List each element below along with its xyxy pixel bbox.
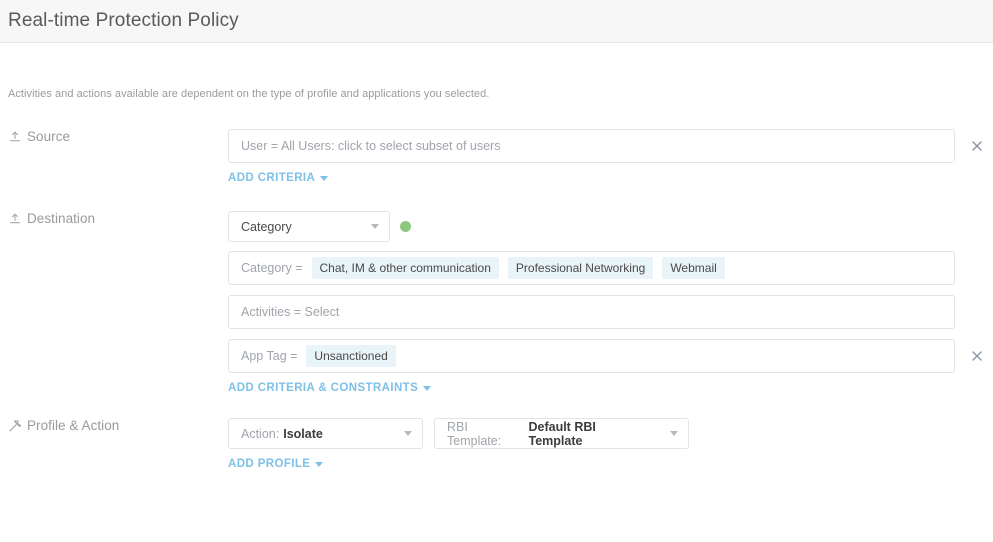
destination-body: Category Category = Chat, IM & other com… bbox=[228, 211, 993, 396]
profile-action-label: Profile & Action bbox=[27, 418, 120, 433]
source-user-input-text: User = All Users: click to select subset… bbox=[241, 139, 501, 153]
destination-activities-text: Activities = Select bbox=[241, 305, 340, 319]
destination-remove-close-icon[interactable] bbox=[969, 348, 985, 364]
destination-add-criteria-constraints-label: ADD CRITERIA & CONSTRAINTS bbox=[228, 382, 419, 394]
chevron-down-icon bbox=[404, 431, 412, 436]
destination-category-row: Category = Chat, IM & other communicatio… bbox=[228, 251, 993, 285]
rbi-template-select-prefix: RBI Template: bbox=[447, 419, 502, 448]
profile-action-label-group: Profile & Action bbox=[0, 418, 228, 433]
page-header: Real-time Protection Policy bbox=[0, 0, 993, 43]
destination-upload-icon bbox=[8, 212, 22, 226]
destination-activities-row: Activities = Select bbox=[228, 295, 993, 329]
chevron-down-icon bbox=[315, 461, 324, 467]
action-select-value: Isolate bbox=[283, 426, 323, 441]
destination-activities-input[interactable]: Activities = Select bbox=[228, 295, 955, 329]
profile-action-body: Action: Isolate RBI Template: Default RB… bbox=[228, 418, 993, 472]
profile-action-selects-row: Action: Isolate RBI Template: Default RB… bbox=[228, 418, 993, 449]
action-select-prefix: Action: bbox=[241, 426, 280, 441]
action-select[interactable]: Action: Isolate bbox=[228, 418, 423, 449]
page-title: Real-time Protection Policy bbox=[8, 10, 239, 31]
profile-add-profile-link[interactable]: ADD PROFILE bbox=[228, 458, 324, 470]
category-chip[interactable]: Professional Networking bbox=[507, 257, 654, 279]
destination-apptag-input[interactable]: App Tag = Unsanctioned bbox=[228, 339, 955, 373]
destination-type-select-value: Category bbox=[241, 219, 292, 234]
source-remove-close-icon[interactable] bbox=[969, 138, 985, 154]
profile-add-profile-label: ADD PROFILE bbox=[228, 458, 311, 470]
profile-action-section: Profile & Action Action: Isolate RBI Tem… bbox=[0, 418, 993, 472]
source-field-row: User = All Users: click to select subset… bbox=[228, 129, 993, 163]
destination-label: Destination bbox=[27, 211, 96, 226]
chevron-down-icon bbox=[371, 224, 379, 229]
gavel-icon bbox=[8, 419, 22, 433]
status-dot-green bbox=[400, 221, 411, 232]
chevron-down-icon bbox=[423, 385, 432, 391]
source-add-criteria-link[interactable]: ADD CRITERIA bbox=[228, 172, 329, 184]
rbi-template-select[interactable]: RBI Template: Default RBI Template bbox=[434, 418, 689, 449]
destination-type-select[interactable]: Category bbox=[228, 211, 390, 242]
source-label-group: Source bbox=[0, 129, 228, 144]
destination-section: Destination Category Category = Chat, IM… bbox=[0, 211, 993, 396]
destination-apptag-prefix: App Tag = bbox=[241, 349, 298, 363]
chevron-down-icon bbox=[320, 175, 329, 181]
rbi-template-select-value: Default RBI Template bbox=[528, 419, 596, 448]
chevron-down-icon bbox=[670, 431, 678, 436]
destination-label-group: Destination bbox=[0, 211, 228, 226]
source-upload-icon bbox=[8, 130, 22, 144]
source-user-input[interactable]: User = All Users: click to select subset… bbox=[228, 129, 955, 163]
apptag-chip[interactable]: Unsanctioned bbox=[306, 345, 396, 367]
source-section: Source User = All Users: click to select… bbox=[0, 129, 993, 186]
destination-add-criteria-constraints-link[interactable]: ADD CRITERIA & CONSTRAINTS bbox=[228, 382, 432, 394]
destination-type-row: Category bbox=[228, 211, 993, 242]
source-label: Source bbox=[27, 129, 71, 144]
source-add-criteria-label: ADD CRITERIA bbox=[228, 172, 316, 184]
destination-category-input[interactable]: Category = Chat, IM & other communicatio… bbox=[228, 251, 955, 285]
source-body: User = All Users: click to select subset… bbox=[228, 129, 993, 186]
category-chip[interactable]: Webmail bbox=[662, 257, 725, 279]
destination-category-prefix: Category = bbox=[241, 261, 303, 275]
category-chip[interactable]: Chat, IM & other communication bbox=[311, 257, 499, 279]
page-description: Activities and actions available are dep… bbox=[8, 88, 490, 100]
destination-apptag-row: App Tag = Unsanctioned bbox=[228, 339, 993, 373]
